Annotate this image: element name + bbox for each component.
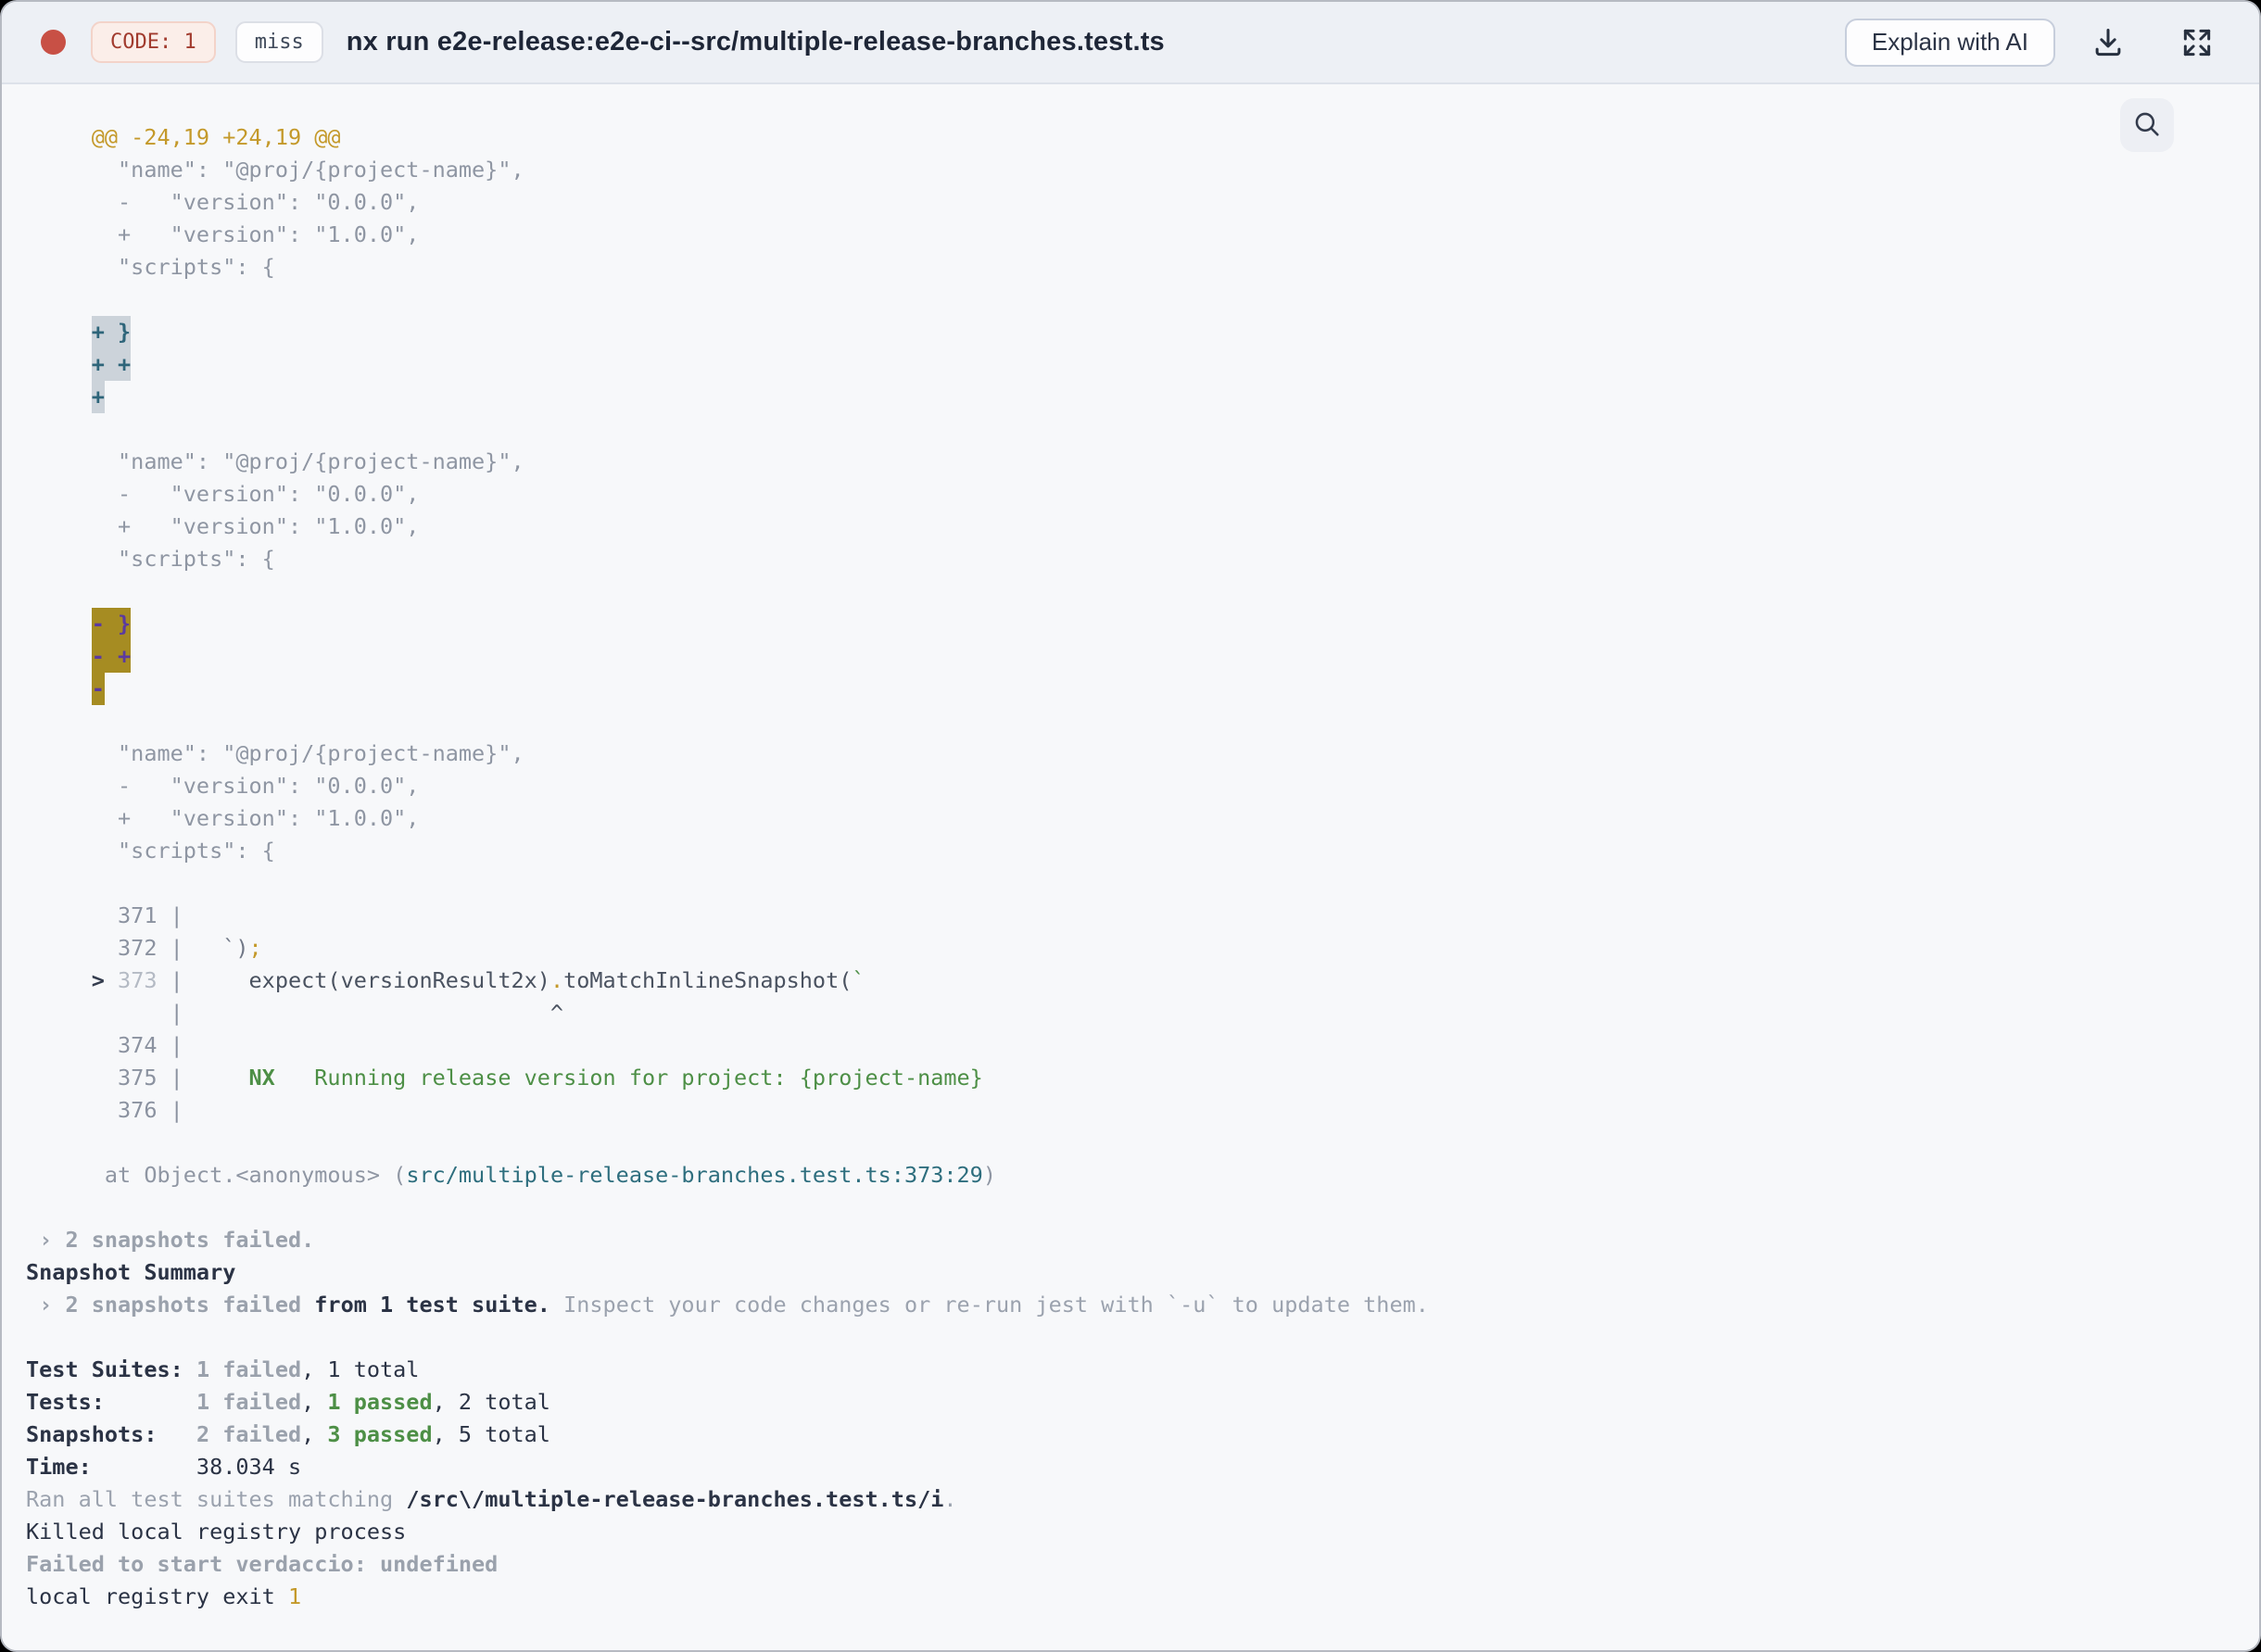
status-dot: [41, 30, 66, 55]
cache-miss-badge: miss: [234, 21, 323, 63]
explain-with-ai-button[interactable]: Explain with AI: [1844, 18, 2055, 67]
expand-icon: [2179, 25, 2215, 60]
run-title: nx run e2e-release:e2e-ci--src/multiple-…: [346, 27, 1165, 57]
exit-code-badge: CODE: 1: [91, 21, 216, 63]
search-button[interactable]: [2120, 98, 2174, 152]
terminal-panel: @@ -24,19 +24,19 @@ "name": "@proj/{proj…: [2, 84, 2259, 1650]
fullscreen-button[interactable]: [2172, 18, 2222, 68]
run-header: CODE: 1 miss nx run e2e-release:e2e-ci--…: [2, 2, 2259, 84]
terminal-output: @@ -24,19 +24,19 @@ "name": "@proj/{proj…: [26, 124, 1429, 1609]
download-button[interactable]: [2083, 18, 2133, 68]
download-icon: [2090, 25, 2126, 60]
run-output-window: CODE: 1 miss nx run e2e-release:e2e-ci--…: [0, 0, 2261, 1652]
search-icon: [2131, 108, 2163, 143]
